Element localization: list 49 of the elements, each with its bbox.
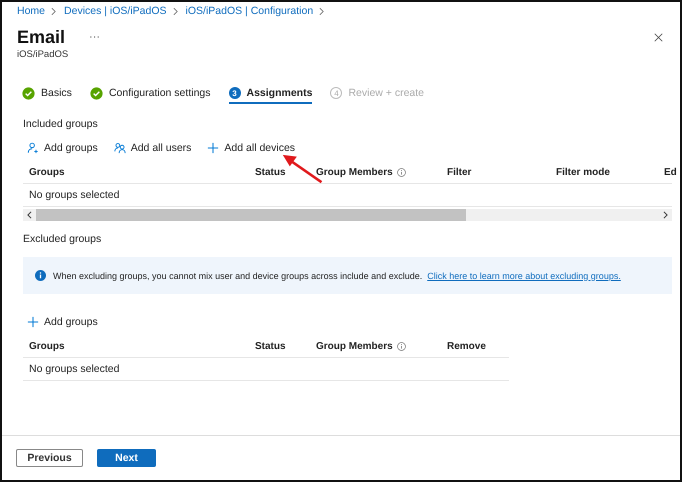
learn-more-link[interactable]: Click here to learn more about excluding groups.	[427, 270, 621, 280]
page-subtitle: iOS/iPadOS	[17, 49, 70, 60]
chevron-right-icon	[172, 6, 178, 16]
column-header: Filter	[447, 167, 472, 178]
scroll-left-icon[interactable]	[27, 211, 32, 219]
info-text: When excluding groups, you cannot mix user and device groups across include and exclude.	[53, 270, 422, 280]
column-header: Status	[255, 341, 286, 352]
plus-icon	[207, 142, 220, 154]
step-number: 4	[330, 87, 342, 99]
toolbar-button[interactable]: Add groups	[23, 314, 100, 330]
toolbar-button[interactable]: Add groups	[23, 140, 100, 156]
column-header: Status	[255, 167, 286, 178]
breadcrumb-link[interactable]: Devices | iOS/iPadOS	[64, 5, 167, 17]
info-icon	[396, 342, 406, 351]
chevron-right-icon	[319, 6, 324, 16]
toolbar-button[interactable]: Add all users	[110, 140, 194, 156]
scroll-right-icon[interactable]	[663, 211, 668, 219]
people-icon	[114, 142, 126, 154]
chevron-right-icon	[51, 6, 56, 16]
page-title: Email	[17, 26, 66, 48]
column-header: Groups	[29, 167, 65, 178]
column-header: Group Members	[316, 341, 393, 352]
section-title: Excluded groups	[23, 233, 102, 247]
more-button[interactable]: ···	[87, 31, 102, 43]
empty-message: No groups selected	[29, 363, 120, 375]
close-icon[interactable]	[654, 32, 663, 42]
wizard-step[interactable]: Configuration settings	[90, 82, 210, 104]
add-person-icon	[27, 142, 39, 154]
column-header: Remove	[447, 341, 486, 352]
wizard-step[interactable]: 3 Assignments	[228, 82, 312, 104]
step-number: 3	[228, 87, 240, 99]
breadcrumb-link[interactable]: iOS/iPadOS | Configuration	[186, 5, 314, 17]
info-icon	[396, 168, 406, 177]
column-header: Groups	[29, 341, 65, 352]
column-header: Ed	[664, 167, 677, 178]
column-header: Group Members	[316, 167, 393, 178]
checkmark-icon	[22, 86, 35, 100]
wizard-step[interactable]: Basics	[22, 82, 72, 104]
section-title: Included groups	[23, 118, 99, 132]
breadcrumb-link[interactable]: Home	[17, 5, 46, 17]
empty-message: No groups selected	[29, 189, 120, 201]
info-icon	[35, 270, 46, 281]
toolbar-button[interactable]: Add all devices	[203, 140, 298, 156]
previous-button[interactable]: Previous	[16, 449, 83, 467]
horizontal-scrollbar[interactable]	[23, 209, 672, 221]
checkmark-icon	[90, 86, 103, 100]
plus-icon	[27, 316, 39, 328]
next-button[interactable]: Next	[97, 449, 156, 467]
column-header: Filter mode	[556, 167, 610, 178]
